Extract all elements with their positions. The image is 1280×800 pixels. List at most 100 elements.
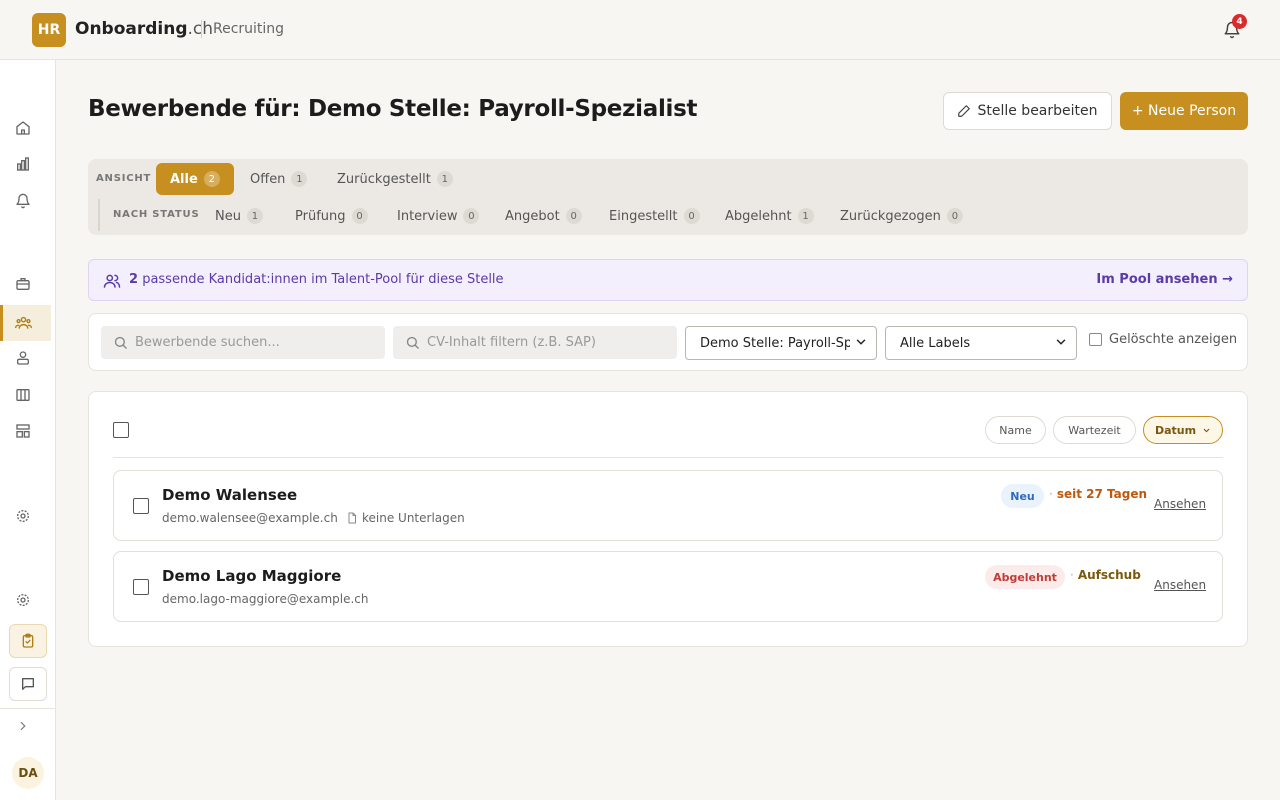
talent-pool-banner: 2 passende Kandidat:innen im Talent-Pool…	[88, 259, 1248, 301]
status-tab-count: 0	[463, 208, 480, 224]
show-deleted-toggle[interactable]: Gelöschte anzeigen	[1089, 332, 1237, 347]
status-tab-count: 0	[683, 208, 700, 224]
edit-job-label: Stelle bearbeiten	[977, 103, 1098, 119]
chevron-down-icon	[1203, 428, 1210, 432]
tab-label: Offen	[250, 171, 286, 187]
chat-icon	[22, 678, 34, 690]
status-tab-count: 1	[246, 208, 263, 224]
status-tab-eingestellt[interactable]: Eingestellt 0	[609, 207, 700, 225]
user-avatar[interactable]: DA	[12, 757, 44, 789]
candidate-checkbox[interactable]	[133, 498, 149, 514]
candidate-row[interactable]: Demo Walensee demo.walensee@example.ch k…	[113, 470, 1223, 541]
job-select[interactable]: Demo Stelle: Payroll-Spez	[685, 326, 877, 360]
sidebar-tasks-button[interactable]	[9, 624, 47, 658]
status-tab-neu[interactable]: Neu 1	[215, 207, 263, 225]
sidebar-item-notifications[interactable]	[14, 192, 32, 210]
sort-name-button[interactable]: Name	[985, 416, 1046, 444]
status-tab-label: Eingestellt	[609, 208, 678, 224]
sidebar-item-talent-pool[interactable]	[14, 349, 32, 367]
sidebar-active-indicator	[0, 305, 3, 341]
candidate-checkbox[interactable]	[133, 579, 149, 595]
gear-icon	[17, 510, 29, 522]
sidebar-item-recruiting-settings[interactable]	[14, 507, 32, 525]
status-tab-count: 1	[797, 208, 814, 224]
document-icon	[348, 512, 356, 524]
status-badge: Abgelehnt	[985, 565, 1065, 589]
sidebar-item-applicants[interactable]	[14, 313, 32, 331]
status-tab-angebot[interactable]: Angebot 0	[505, 207, 582, 225]
sort-wait-button[interactable]: Wartezeit	[1053, 416, 1136, 444]
sidebar-expand-button[interactable]	[14, 717, 32, 735]
view-label: ANSICHT	[96, 173, 152, 184]
settings-icon	[17, 594, 29, 606]
status-tab-interview[interactable]: Interview 0	[397, 207, 480, 225]
status-tab-label: Prüfung	[295, 208, 346, 224]
module-name: Recruiting	[213, 21, 285, 37]
tab-zurueckgestellt[interactable]: Zurückgestellt 1	[323, 163, 467, 195]
view-candidate-link[interactable]: Ansehen	[1154, 578, 1206, 592]
brand-name-text: Onboarding	[75, 19, 188, 39]
labels-select-value: Alle Labels	[900, 335, 971, 351]
sidebar-chat-button[interactable]	[9, 667, 47, 701]
candidate-email: demo.lago-maggiore@example.ch	[162, 592, 369, 606]
candidate-name[interactable]: Demo Walensee	[162, 486, 297, 504]
labels-select[interactable]: Alle Labels	[885, 326, 1077, 360]
status-tab-count: 0	[565, 208, 582, 224]
view-pool-link[interactable]: Im Pool ansehen →	[1096, 272, 1233, 287]
status-tab-pruefung[interactable]: Prüfung 0	[295, 207, 368, 225]
tab-count: 1	[436, 171, 453, 187]
list-divider	[113, 457, 1223, 458]
status-tab-zurueckgezogen[interactable]: Zurückgezogen 0	[840, 207, 963, 225]
sidebar-item-reports[interactable]	[14, 155, 32, 173]
bell-icon	[16, 193, 30, 209]
chevron-down-icon	[854, 335, 868, 353]
sidebar-item-settings[interactable]	[14, 591, 32, 609]
sidebar-item-jobs[interactable]	[14, 275, 32, 293]
cv-filter-placeholder: CV-Inhalt filtern (z.B. SAP)	[427, 335, 596, 350]
waiting-time-text: seit 27 Tagen	[1056, 487, 1148, 501]
top-bar: HR Onboarding.ch Recruiting 4	[0, 0, 1280, 60]
edit-job-button[interactable]: Stelle bearbeiten	[943, 92, 1112, 130]
tab-offen[interactable]: Offen 1	[236, 163, 321, 195]
layout-icon	[16, 424, 30, 438]
new-person-button[interactable]: + Neue Person	[1120, 92, 1248, 130]
tab-count: 1	[291, 171, 308, 187]
tab-count: 2	[203, 171, 220, 187]
show-deleted-checkbox[interactable]	[1089, 333, 1102, 346]
columns-icon	[16, 389, 30, 401]
sidebar: DA	[0, 60, 56, 800]
brand-name[interactable]: Onboarding.ch	[75, 19, 213, 39]
status-separator	[98, 199, 100, 231]
search-icon	[405, 335, 420, 354]
status-tab-count: 0	[946, 208, 963, 224]
tab-label: Zurückgestellt	[337, 171, 431, 187]
sidebar-item-board[interactable]	[14, 386, 32, 404]
search-input[interactable]: Bewerbende suchen...	[101, 326, 385, 359]
sidebar-item-home[interactable]	[14, 119, 32, 137]
cv-filter-input[interactable]: CV-Inhalt filtern (z.B. SAP)	[393, 326, 677, 359]
search-filter-bar: Bewerbende suchen... CV-Inhalt filtern (…	[88, 313, 1248, 371]
talent-pool-count: 2	[129, 272, 139, 287]
status-badge: Neu	[1001, 484, 1044, 508]
notification-count-badge: 4	[1232, 14, 1247, 29]
status-label: NACH STATUS	[113, 209, 200, 220]
select-all-checkbox[interactable]	[113, 422, 129, 438]
sort-date-button[interactable]: Datum	[1143, 416, 1223, 444]
candidate-list: Name Wartezeit Datum Demo Walensee demo.…	[88, 391, 1248, 647]
sidebar-divider	[0, 708, 55, 709]
logo-badge[interactable]: HR	[32, 13, 66, 47]
documents-label: keine Unterlagen	[362, 511, 465, 525]
sort-date-label: Datum	[1154, 423, 1197, 437]
candidate-row[interactable]: Demo Lago Maggiore demo.lago-maggiore@ex…	[113, 551, 1223, 622]
status-tab-abgelehnt[interactable]: Abgelehnt 1	[725, 207, 814, 225]
tab-alle[interactable]: Alle 2	[156, 163, 234, 195]
chart-icon	[17, 157, 29, 171]
sidebar-item-templates[interactable]	[14, 422, 32, 440]
candidate-name[interactable]: Demo Lago Maggiore	[162, 567, 341, 585]
status-tab-label: Zurückgezogen	[840, 208, 941, 224]
user-group-icon	[17, 351, 29, 365]
home-icon	[16, 121, 30, 135]
page-title: Bewerbende für: Demo Stelle: Payroll-Spe…	[88, 96, 698, 122]
users-icon	[103, 272, 121, 294]
view-candidate-link[interactable]: Ansehen	[1154, 497, 1206, 511]
